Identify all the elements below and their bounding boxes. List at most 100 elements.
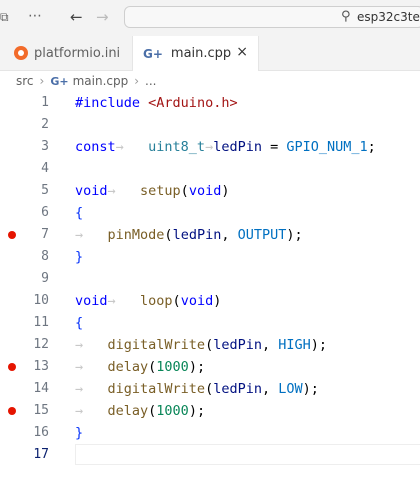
code-token: delay (107, 359, 149, 375)
breadcrumb-folder[interactable]: src (16, 74, 34, 88)
breakpoint-icon[interactable] (8, 231, 16, 239)
code-token: void (75, 183, 108, 199)
code-token: digitalWrite (107, 381, 206, 397)
tab-main-cpp[interactable]: G+ main.cpp × (133, 36, 259, 71)
line-number: 11 (33, 315, 49, 330)
code-token: , (221, 227, 238, 243)
whitespace-marker: → (75, 381, 108, 397)
breadcrumb: src › G+ main.cpp › ... (0, 70, 420, 92)
code-token: ( (180, 183, 189, 199)
back-arrow-icon[interactable]: ← (70, 8, 83, 26)
cpp-icon: G+ (143, 46, 163, 61)
code-line[interactable]: 7 → pinMode(ledPin, OUTPUT); (0, 224, 420, 246)
platformio-icon (14, 46, 28, 60)
code-token: uint8_t (148, 139, 206, 155)
code-token: OUTPUT (237, 227, 287, 243)
code-line[interactable]: 12 → digitalWrite(ledPin, HIGH); (0, 334, 420, 356)
code-token: const (75, 139, 116, 155)
code-token: } (75, 425, 84, 441)
code-line[interactable]: 13 → delay(1000); (0, 356, 420, 378)
code-line[interactable]: 11 { (0, 312, 420, 334)
code-text: void→ setup(void) (75, 183, 229, 199)
cpp-icon: G+ (50, 74, 69, 88)
code-token: GPIO_NUM_1 (286, 139, 368, 155)
code-token: ( (205, 337, 214, 353)
line-number: 6 (41, 205, 49, 220)
code-token: setup (140, 183, 181, 199)
breadcrumb-file[interactable]: main.cpp (73, 74, 129, 88)
code-token: ( (164, 227, 173, 243)
code-text: const→ uint8_t→ledPin = GPIO_NUM_1; (75, 139, 376, 155)
whitespace-marker: → (115, 139, 149, 155)
code-token: <Arduino.h> (148, 95, 238, 111)
code-token: ( (205, 381, 214, 397)
code-token: 1000 (156, 359, 189, 375)
code-token: ( (172, 293, 181, 309)
tab-platformio-ini[interactable]: platformio.ini (0, 36, 133, 70)
whitespace-marker: → (75, 403, 108, 419)
code-line[interactable]: 5 void→ setup(void) (0, 180, 420, 202)
code-token: ledPin (213, 139, 262, 155)
code-token: , (261, 381, 279, 397)
code-line[interactable]: 6{ (0, 202, 420, 224)
code-token: , (261, 337, 279, 353)
whitespace-marker: → (75, 337, 108, 353)
more-menu-icon[interactable]: ⋯ (28, 8, 42, 24)
code-line[interactable]: 10 void→ loop(void) (0, 290, 420, 312)
line-number: 13 (33, 359, 49, 374)
code-line[interactable]: 2 (0, 114, 420, 136)
line-number: 5 (41, 183, 49, 198)
search-icon: ⚲ (341, 9, 351, 24)
code-token: { (75, 205, 84, 221)
title-bar: ⧉ ⋯ ← → ⚲ esp32c3test (0, 0, 420, 37)
code-line[interactable]: 9 (0, 268, 420, 290)
code-token: ) (213, 293, 222, 309)
tab-label: platformio.ini (34, 45, 121, 61)
close-icon[interactable]: × (236, 44, 248, 60)
code-text: → pinMode(ledPin, OUTPUT); (75, 227, 303, 243)
line-number: 12 (33, 337, 49, 352)
code-token: digitalWrite (107, 337, 206, 353)
code-editor[interactable]: 1 #include <Arduino.h> 2 3 const→ uint8_t→le… (0, 92, 420, 480)
code-text: → delay(1000); (75, 403, 205, 419)
code-token: 1000 (156, 403, 189, 419)
code-token: void (75, 293, 108, 309)
code-line[interactable]: 1 #include <Arduino.h> (0, 92, 420, 114)
code-token: ; (367, 139, 376, 155)
code-line[interactable]: 4 (0, 158, 420, 180)
line-number: 7 (41, 227, 49, 242)
line-number: 17 (33, 447, 49, 462)
code-token: ); (188, 403, 206, 419)
code-line[interactable]: 16} (0, 422, 420, 444)
code-token: ledPin (213, 381, 262, 397)
line-number: 2 (41, 117, 49, 132)
line-number: 10 (33, 293, 49, 308)
breakpoint-icon[interactable] (8, 363, 16, 371)
code-token: HIGH (278, 337, 311, 353)
code-token: ) (221, 183, 230, 199)
breakpoint-icon[interactable] (8, 407, 16, 415)
whitespace-marker: → (75, 359, 108, 375)
code-token: delay (107, 403, 149, 419)
app-icon[interactable]: ⧉ (0, 10, 9, 25)
code-token: = (261, 139, 287, 155)
breadcrumb-more[interactable]: ... (145, 74, 156, 88)
code-line[interactable]: 3 const→ uint8_t→ledPin = GPIO_NUM_1; (0, 136, 420, 158)
code-text: void→ loop(void) (75, 293, 221, 309)
tab-label: main.cpp (170, 46, 232, 61)
tab-bar: platformio.ini G+ main.cpp × (0, 36, 420, 71)
line-number: 8 (41, 249, 49, 264)
code-text: { (75, 205, 83, 221)
code-line[interactable]: 15 → delay(1000); (0, 400, 420, 422)
line-number: 3 (41, 139, 49, 154)
code-token: ); (188, 359, 206, 375)
code-token: ); (310, 337, 328, 353)
code-line[interactable]: 17 (0, 444, 420, 466)
workspace-name: esp32c3test (357, 10, 420, 24)
command-center-search[interactable]: ⚲ esp32c3test (124, 6, 420, 28)
forward-arrow-icon[interactable]: → (96, 8, 109, 26)
code-line[interactable]: 8} (0, 246, 420, 268)
whitespace-marker: → (205, 139, 214, 155)
code-token: } (75, 249, 84, 265)
code-line[interactable]: 14 → digitalWrite(ledPin, LOW); (0, 378, 420, 400)
